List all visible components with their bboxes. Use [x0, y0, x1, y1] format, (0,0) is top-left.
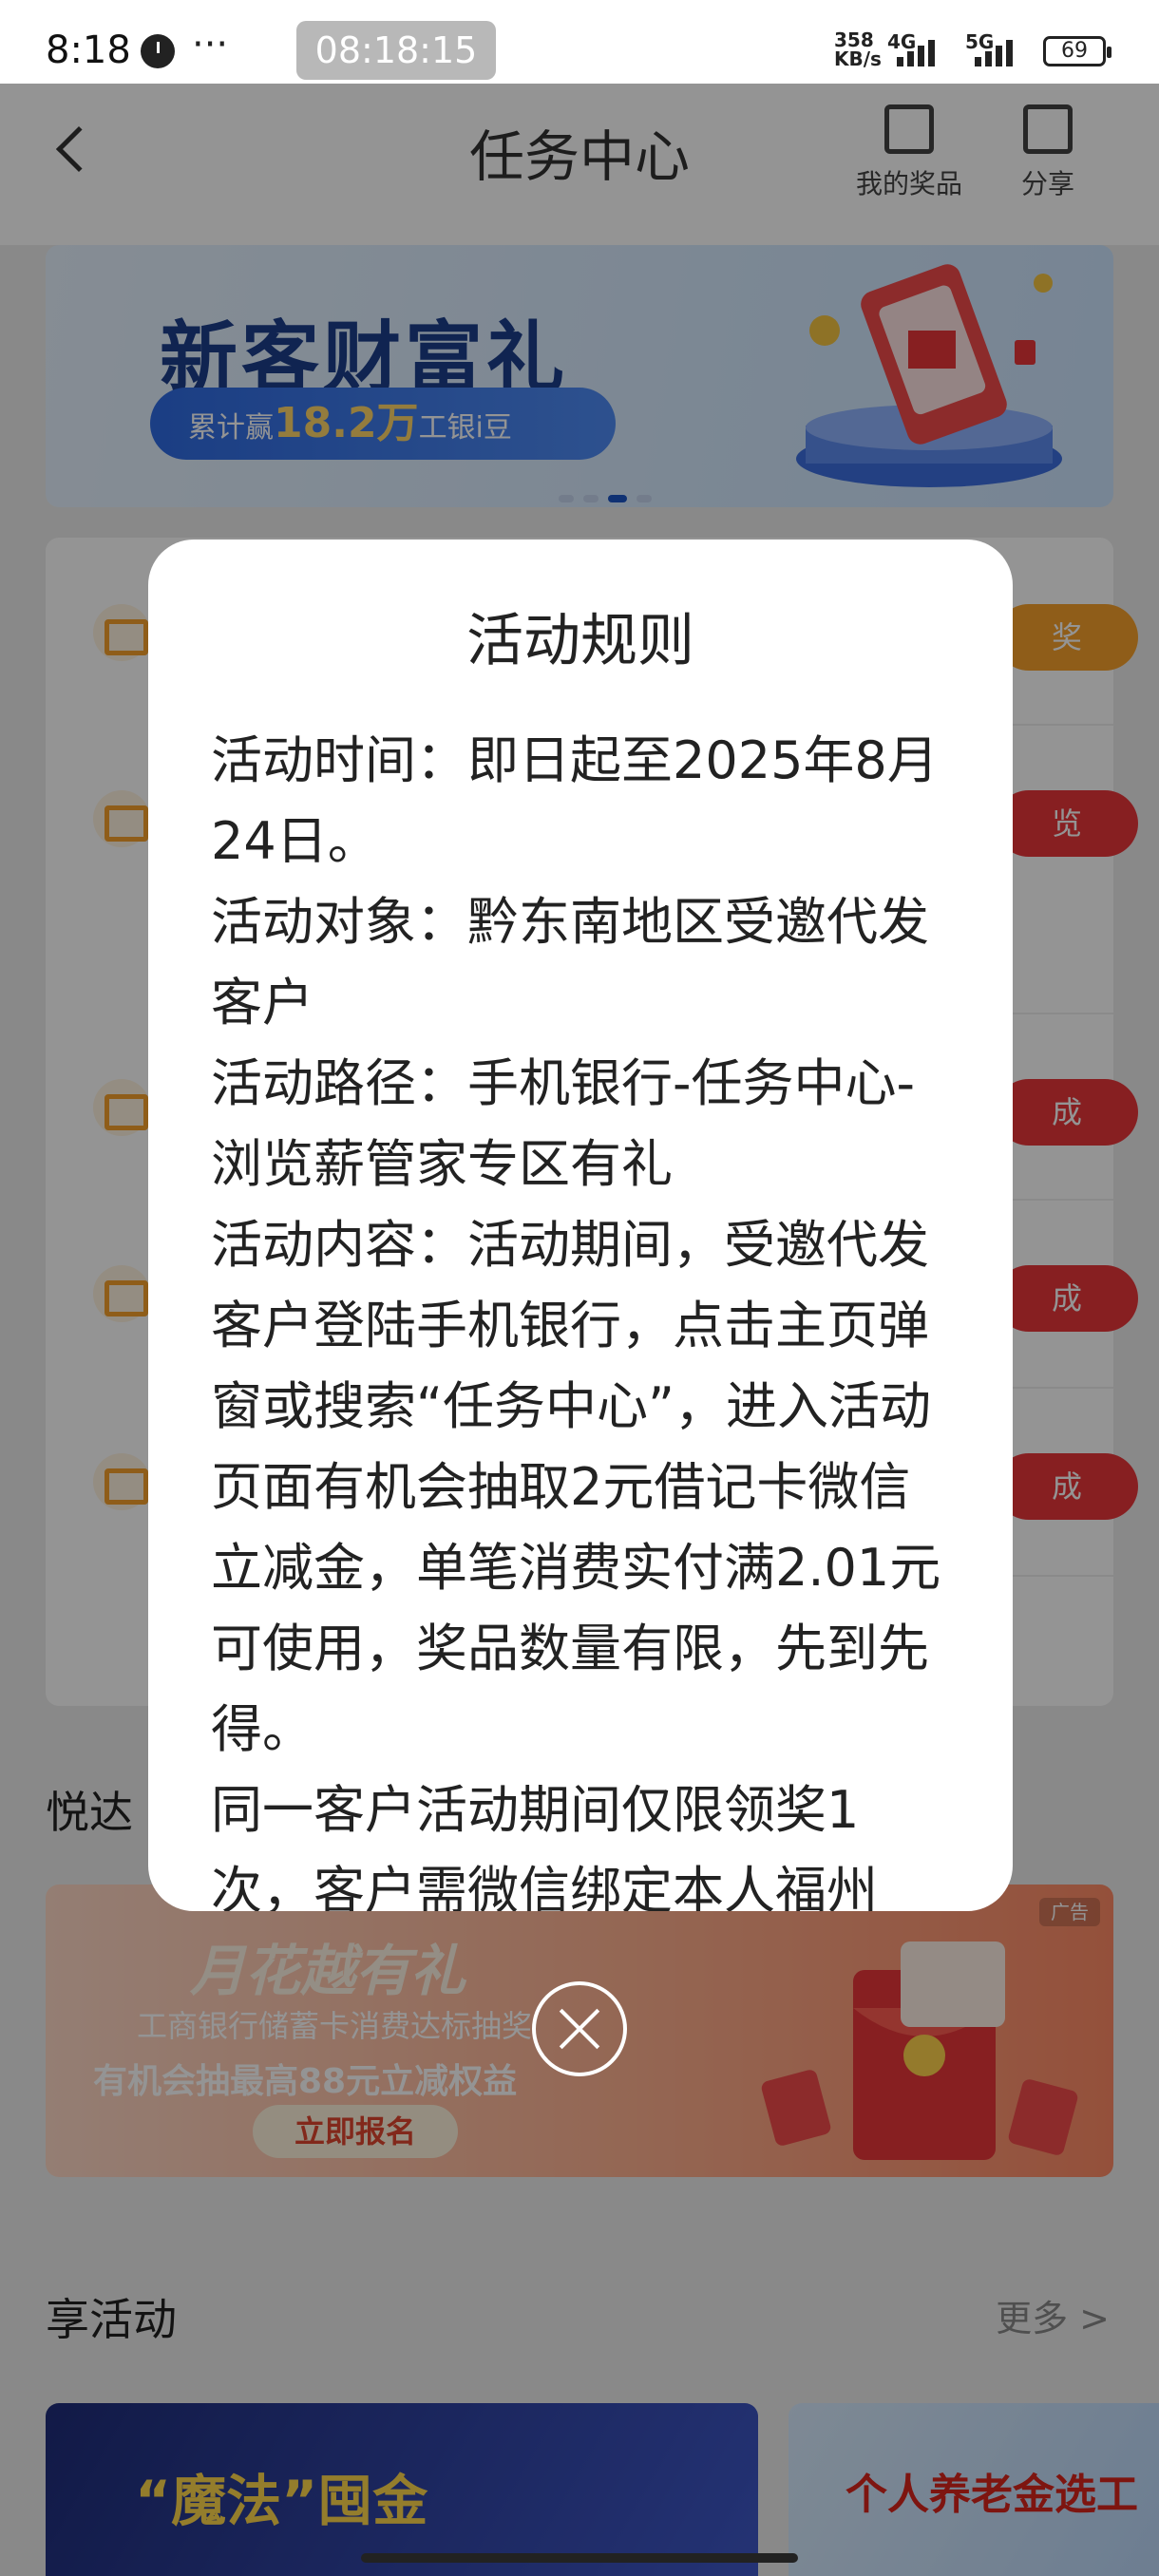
rule-paragraph: 活动路径：手机银行-任务中心-浏览薪管家专区有礼 — [211, 1053, 915, 1194]
close-icon[interactable] — [532, 1981, 627, 2076]
rules-text[interactable]: 活动时间：即日起至2025年8月24日。 活动对象：黔东南地区受邀代发客户 活动… — [211, 720, 961, 1911]
battery-icon: 69 — [1043, 36, 1112, 66]
rule-paragraph: 同一客户活动期间仅限领奖1次，客户需微信绑定本人福州 — [211, 1780, 878, 1911]
rules-modal: 活动规则 活动时间：即日起至2025年8月24日。 活动对象：黔东南地区受邀代发… — [148, 540, 1013, 1911]
signal-icon — [897, 36, 946, 66]
rule-paragraph: 活动内容：活动期间，受邀代发客户登陆手机银行，点击主页弹窗或搜索“任务中心”，进… — [211, 1215, 941, 1759]
home-indicator[interactable] — [361, 2553, 798, 2563]
status-bar: 8:18 ··· 08:18:15 358 KB/s 4G 5G 69 — [0, 0, 1159, 84]
network-speed: 358 KB/s — [834, 28, 882, 70]
rule-paragraph: 活动对象：黔东南地区受邀代发客户 — [211, 892, 929, 1032]
status-time: 8:18 — [46, 28, 131, 72]
modal-title: 活动规则 — [466, 608, 694, 674]
status-center-time: 08:18:15 — [296, 21, 496, 80]
rule-paragraph: 活动时间：即日起至2025年8月24日。 — [211, 730, 939, 871]
signal-icon — [975, 36, 1024, 66]
clock-icon — [141, 34, 175, 68]
more-notifications-icon: ··· — [192, 23, 229, 66]
